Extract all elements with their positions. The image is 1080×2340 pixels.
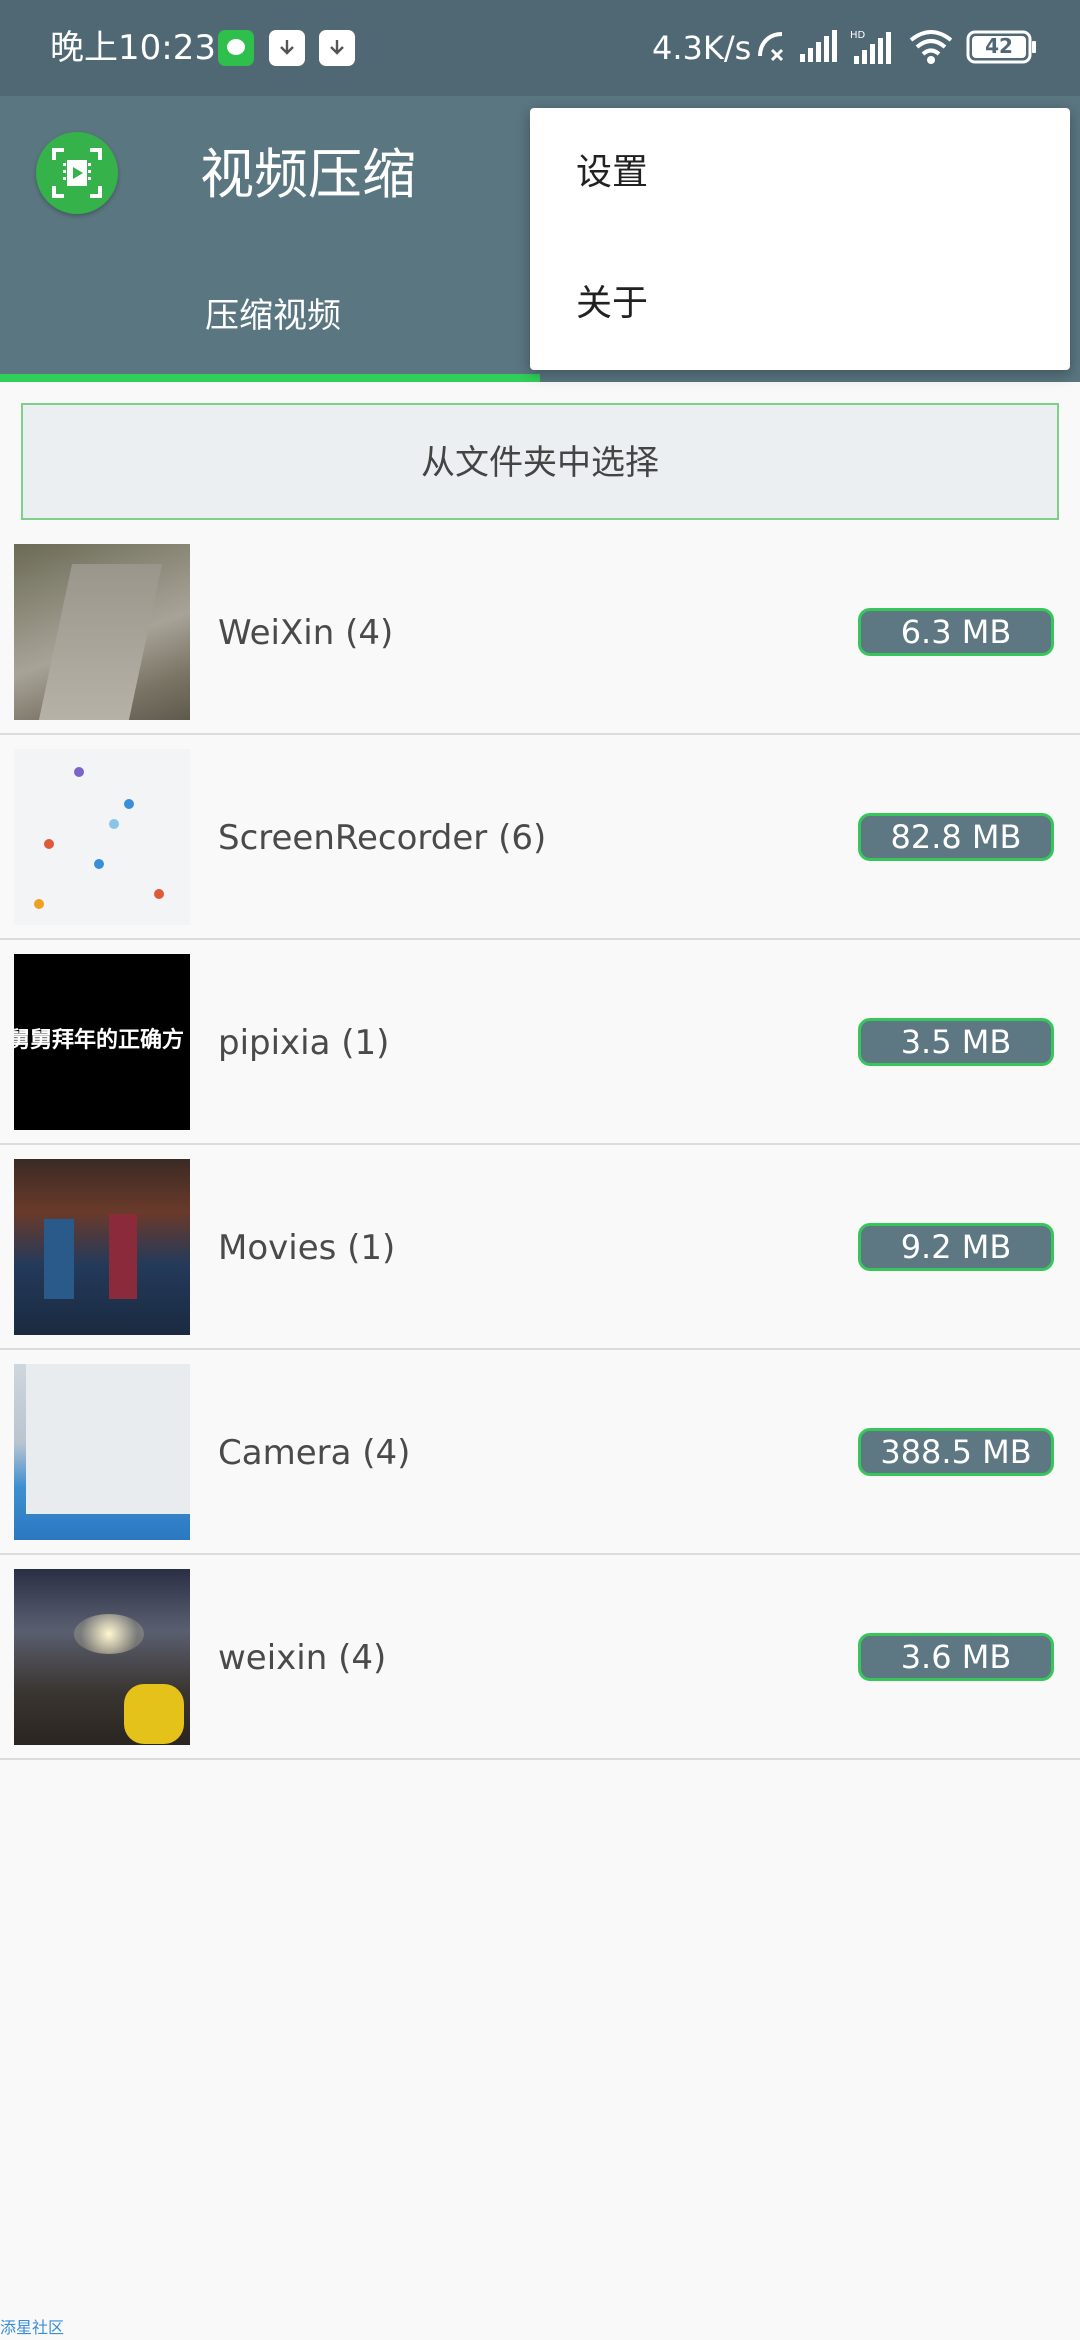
app-title: 视频压缩 [200,143,416,206]
status-bar: 晚上10:23 4.3K/s HD 42 [0,0,1080,96]
thumbnail-caption: 舅舅拜年的正确方 [14,1028,185,1053]
menu-item-about-label: 关于 [576,283,649,324]
svg-text:HD: HD [850,30,866,41]
folder-thumbnail: 舅舅拜年的正确方 [14,954,190,1130]
menu-item-settings[interactable]: 设置 [530,108,1070,239]
folder-thumbnail [14,749,190,925]
folder-row-weixin-lower[interactable]: weixin (4) 3.6 MB [0,1555,1080,1760]
tab-compress-video[interactable]: 压缩视频 [0,276,540,376]
folder-name: Camera (4) [218,1433,411,1473]
folder-row-screenrecorder[interactable]: ScreenRecorder (6) 82.8 MB [0,735,1080,940]
signal-icon [800,30,837,62]
status-time: 晚上10:23 [50,28,216,68]
folder-thumbnail [14,1569,190,1745]
folder-thumbnail [14,1159,190,1335]
folder-row-camera[interactable]: Camera (4) 388.5 MB [0,1350,1080,1555]
folder-name: WeiXin (4) [218,613,394,653]
size-badge: 388.5 MB [858,1428,1054,1476]
watermark: 添星社区 [0,2318,65,2337]
folder-name: weixin (4) [218,1638,387,1678]
network-speed: 4.3K/s [652,29,752,67]
folder-thumbnail [14,544,190,720]
tab-indicator [0,374,540,382]
download-icon [269,30,305,66]
folder-row-pipixia[interactable]: 舅舅拜年的正确方 pipixia (1) 3.5 MB [0,940,1080,1145]
folder-name: Movies (1) [218,1228,396,1268]
hd-signal-icon: HD [850,30,891,64]
menu-item-about[interactable]: 关于 [530,239,1070,370]
choose-from-folder-label: 从文件夹中选择 [421,443,659,483]
call-off-icon [758,32,784,62]
folder-name: ScreenRecorder (6) [218,818,547,858]
size-badge: 9.2 MB [858,1223,1054,1271]
size-badge: 6.3 MB [858,608,1054,656]
menu-item-settings-label: 设置 [576,152,649,193]
folder-name: pipixia (1) [218,1023,390,1063]
choose-from-folder-button[interactable]: 从文件夹中选择 [21,403,1059,520]
battery-level: 42 [985,34,1013,58]
folder-thumbnail [14,1364,190,1540]
tab-compress-video-label: 压缩视频 [205,296,341,336]
folder-list: WeiXin (4) 6.3 MB ScreenRecorder (6) 82.… [0,530,1080,1760]
size-badge: 3.6 MB [858,1633,1054,1681]
download-icon [319,30,355,66]
wechat-notification-icon [218,30,254,66]
size-badge: 82.8 MB [858,813,1054,861]
wifi-icon [909,30,953,64]
video-compress-logo-icon [36,132,118,214]
size-badge: 3.5 MB [858,1018,1054,1066]
folder-row-weixin[interactable]: WeiXin (4) 6.3 MB [0,530,1080,735]
folder-row-movies[interactable]: Movies (1) 9.2 MB [0,1145,1080,1350]
overflow-menu: 设置 关于 [530,108,1070,370]
